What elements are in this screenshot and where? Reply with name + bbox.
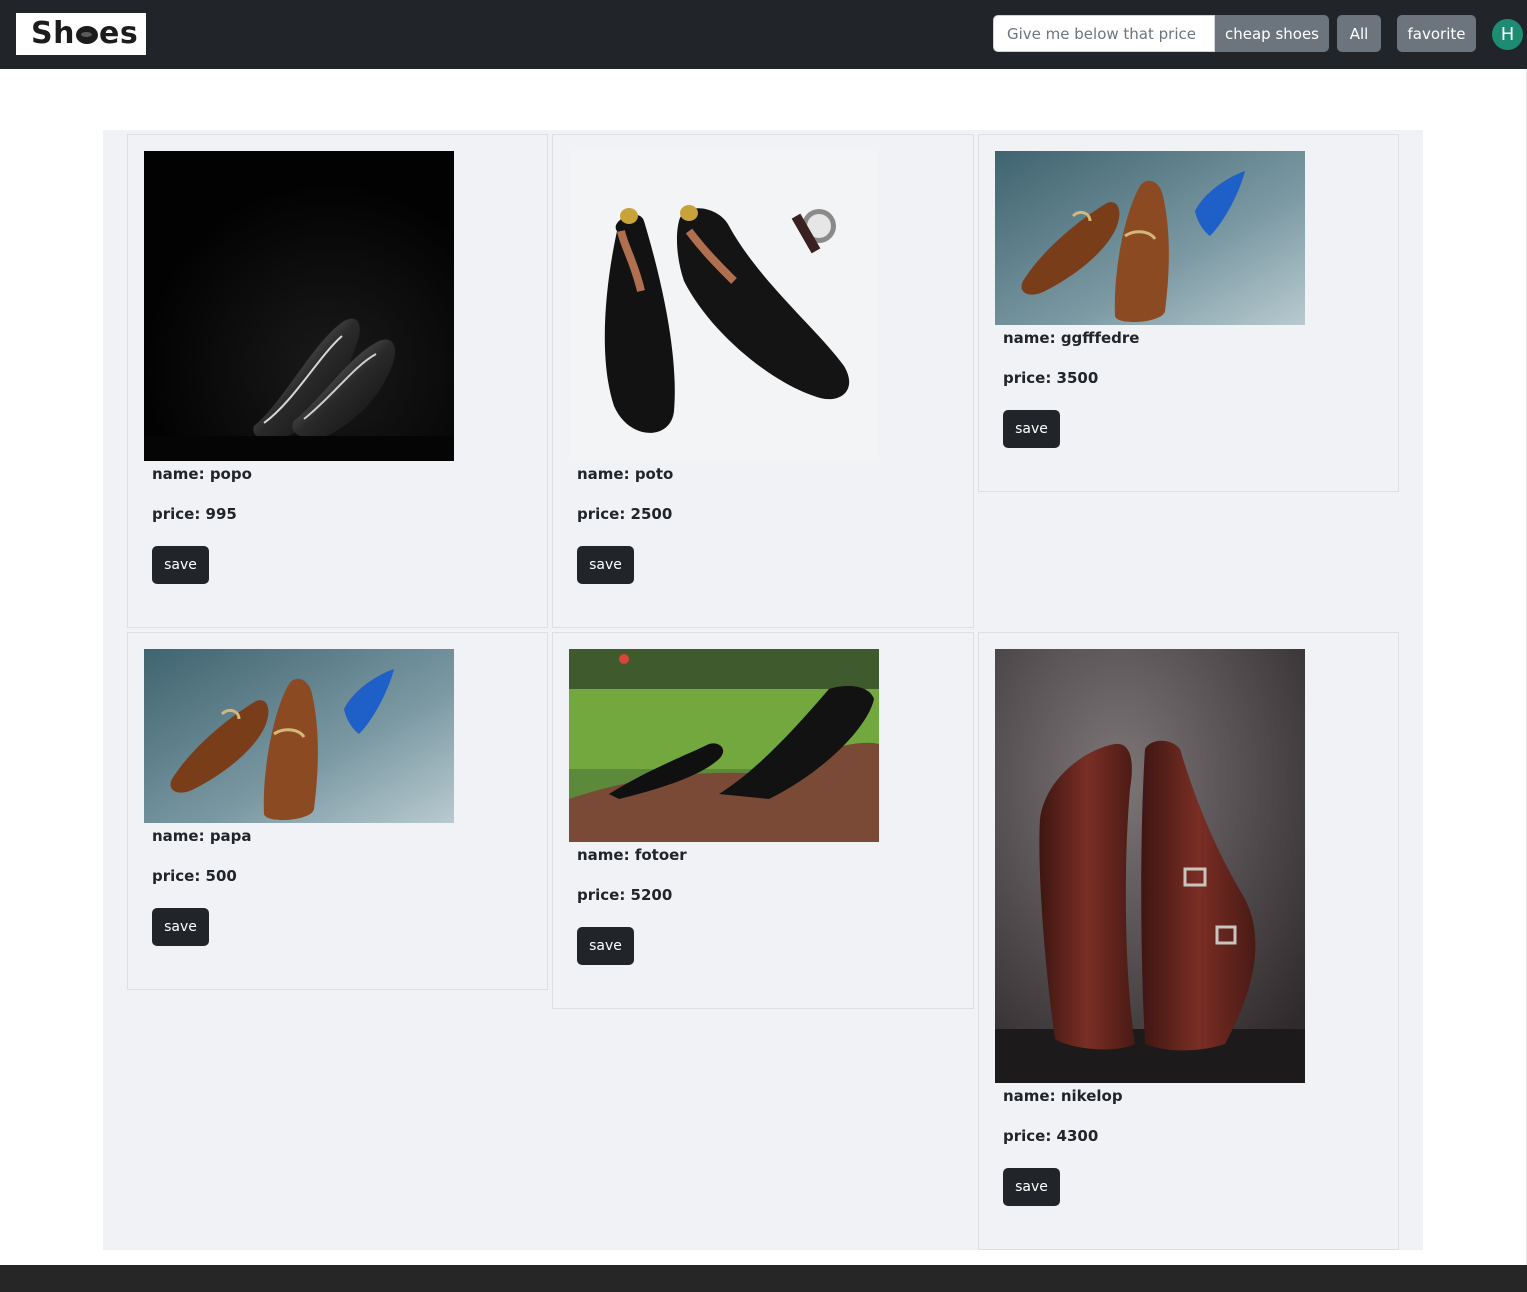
save-button[interactable]: save (577, 927, 634, 965)
product-name: name: nikelop (1003, 1087, 1123, 1105)
product-card: name: nikelop price: 4300 save (978, 632, 1399, 1250)
product-image (569, 151, 879, 461)
product-price: price: 500 (152, 867, 237, 885)
product-price: price: 4300 (1003, 1127, 1099, 1145)
product-image (995, 151, 1305, 325)
product-name: name: popo (152, 465, 252, 483)
product-name: name: ggfffedre (1003, 329, 1140, 347)
save-button[interactable]: save (1003, 1168, 1060, 1206)
product-price: price: 995 (152, 505, 237, 523)
product-card: name: papa price: 500 save (127, 632, 548, 990)
shoe-o-icon (75, 26, 98, 44)
product-grid: name: popo price: 995 save name: poto pr… (103, 130, 1423, 1250)
product-price: price: 5200 (577, 886, 673, 904)
save-button[interactable]: save (1003, 410, 1060, 448)
product-price: price: 2500 (577, 505, 673, 523)
product-image (144, 649, 454, 823)
save-button[interactable]: save (577, 546, 634, 584)
product-image (995, 649, 1305, 1083)
all-button[interactable]: All (1337, 15, 1381, 52)
footer (0, 1265, 1527, 1292)
product-card: name: popo price: 995 save (127, 134, 548, 628)
product-image (569, 649, 879, 842)
save-button[interactable]: save (152, 908, 209, 946)
product-card: name: fotoer price: 5200 save (552, 632, 974, 1009)
product-image (144, 151, 454, 461)
price-filter-input[interactable] (993, 15, 1215, 52)
product-name: name: poto (577, 465, 674, 483)
avatar[interactable]: H (1492, 19, 1523, 50)
navbar: Shes cheap shoes All favorite H (0, 0, 1527, 69)
favorite-button[interactable]: favorite (1397, 15, 1476, 52)
product-name: name: fotoer (577, 846, 687, 864)
save-button[interactable]: save (152, 546, 209, 584)
brand-logo[interactable]: Sh es (16, 13, 146, 55)
product-price: price: 3500 (1003, 369, 1099, 387)
product-card: name: ggfffedre price: 3500 save (978, 134, 1399, 492)
product-name: name: papa (152, 827, 252, 845)
product-card: name: poto price: 2500 save (552, 134, 974, 628)
cheap-shoes-button[interactable]: cheap shoes (1215, 15, 1329, 52)
